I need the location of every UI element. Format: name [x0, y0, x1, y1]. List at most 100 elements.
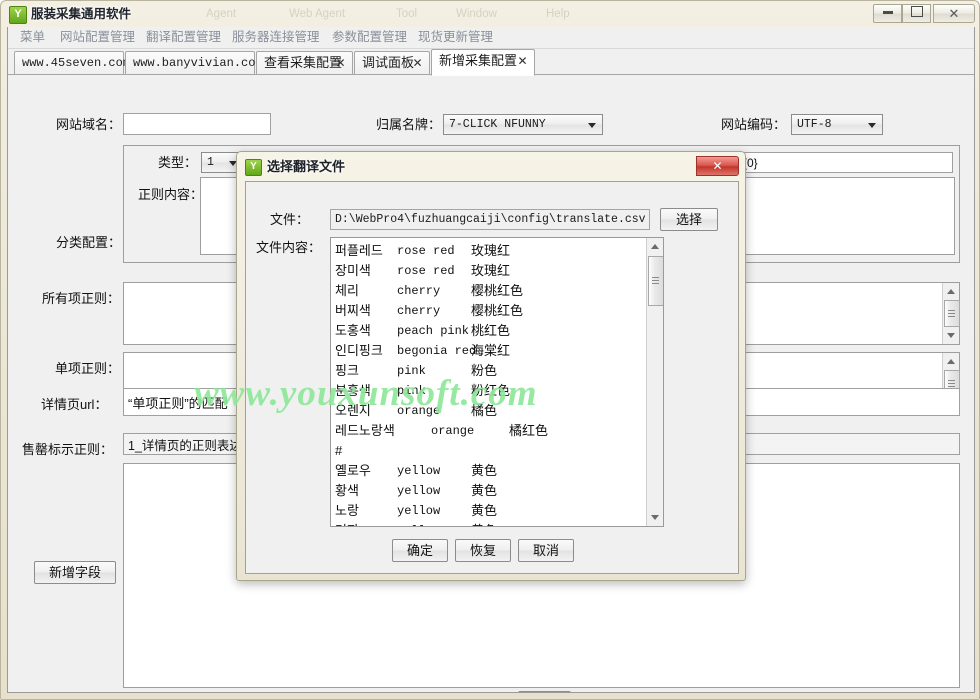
tab-strip: www.45seven.com www.banyvivian.co.kr 查看采…	[8, 48, 974, 76]
scroll-down-icon[interactable]	[647, 510, 663, 526]
tab-new-collect-config[interactable]: 新增采集配置 ✕	[431, 49, 535, 76]
menu-item-stock[interactable]: 现货更新管理	[414, 29, 497, 46]
row-chinese: 粉红色	[471, 383, 511, 398]
scrollbar-thumb[interactable]	[944, 300, 960, 327]
single-item-regex-label: 单项正则：	[55, 361, 121, 376]
detail-url-label: 详情页url：	[41, 397, 108, 412]
menu-item-site[interactable]: 网站配置管理	[56, 29, 139, 46]
scroll-up-icon[interactable]	[943, 353, 959, 369]
ghost-label-1: Agent	[206, 8, 237, 20]
dialog-close-button[interactable]: ✕	[696, 156, 739, 176]
file-label: 文件：	[270, 212, 310, 227]
chevron-down-icon	[588, 123, 596, 128]
row-chinese: 玫瑰红	[471, 263, 511, 278]
row-english: peach pink	[397, 324, 470, 338]
all-items-scrollbar[interactable]	[942, 283, 960, 344]
scroll-up-icon[interactable]	[943, 283, 959, 299]
file-path-input[interactable]: D:\WebPro4\fuzhuangcaiji\config\translat…	[330, 209, 650, 230]
maximize-button[interactable]	[902, 4, 931, 23]
tab-debug-panel[interactable]: 调试面板 ✕	[354, 51, 430, 75]
list-item: 노랑 yellow 黄色	[335, 501, 647, 521]
row-english: cherry	[397, 304, 441, 318]
soldout-regex-label: 售罄标示正则：	[22, 442, 114, 457]
dialog-body: 文件： D:\WebPro4\fuzhuangcaiji\config\tran…	[194, 181, 739, 574]
list-item: 도홍색 peach pink 桃红色	[335, 321, 647, 341]
encoding-label: 网站编码：	[721, 117, 787, 132]
file-content-list[interactable]: 퍼플레드 rose red 玫瑰红 장미색 rose red 玫瑰红 체리 cherry 樱…	[330, 237, 664, 527]
row-english: begonia red	[397, 344, 477, 358]
site-domain-label: 网站域名：	[56, 117, 122, 132]
list-item: 옐로우 yellow 黄色	[335, 461, 647, 481]
list-item: 겨자yellow黄色	[335, 521, 647, 526]
brand-select[interactable]: 7-CLICK NFUNNY	[443, 114, 603, 135]
ghost-label-4: Window	[456, 8, 497, 20]
dialog-app-icon: Y	[245, 159, 262, 176]
list-item: 레드노랑색 orange 橘红色	[335, 421, 647, 441]
row-chinese: 海棠红	[471, 343, 511, 358]
close-icon: ✕	[712, 159, 723, 173]
row-korean: 인디핑크	[335, 343, 383, 358]
add-field-button[interactable]: 新增字段	[34, 561, 116, 584]
minimize-button[interactable]	[873, 4, 902, 23]
site-domain-input[interactable]	[123, 113, 271, 135]
type-value: 1	[207, 156, 214, 169]
encoding-value: UTF-8	[797, 118, 832, 131]
row-chinese: 粉色	[471, 363, 498, 378]
row-chinese: 桃红色	[471, 323, 511, 338]
row-korean: 레드노랑색	[335, 423, 395, 438]
list-item: #	[335, 441, 647, 461]
row-chinese: 樱桃红色	[471, 303, 524, 318]
row-korean: 도홍색	[335, 323, 371, 338]
format-input[interactable]	[738, 152, 953, 173]
application-window: Y 服装采集通用软件 Agent Web Agent Tool Window H…	[0, 0, 980, 700]
choose-file-button[interactable]: 选择	[660, 208, 718, 231]
app-icon: Y	[9, 6, 27, 24]
content-scrollbar[interactable]	[646, 238, 663, 526]
row-korean: 분홍색	[335, 383, 371, 398]
row-chinese: 橘红色	[509, 423, 549, 438]
row-chinese: 樱桃红色	[471, 283, 524, 298]
row-korean: 오렌지	[335, 403, 371, 418]
menu-item-translate[interactable]: 翻译配置管理	[142, 29, 225, 46]
row-korean: 노랑	[335, 503, 359, 518]
tab-banyvivian[interactable]: www.banyvivian.co.kr	[125, 51, 277, 75]
save-button[interactable]: 保存	[518, 691, 571, 692]
scrollbar-thumb[interactable]	[648, 256, 663, 306]
menu-item-params[interactable]: 参数配置管理	[328, 29, 411, 46]
encoding-select[interactable]: UTF-8	[791, 114, 883, 135]
row-english: yellow	[397, 484, 441, 498]
row-korean: 황색	[335, 483, 359, 498]
tab-close-icon[interactable]: ✕	[412, 56, 423, 70]
cancel-button[interactable]: 取消	[518, 539, 574, 562]
row-english: pink	[397, 384, 426, 398]
row-english: rose red	[397, 244, 455, 258]
row-chinese: 黄色	[471, 503, 498, 518]
row-korean: 겨자	[335, 521, 397, 526]
close-icon: ✕	[948, 6, 960, 21]
menu-bar: 菜单 网站配置管理 翻译配置管理 服务器连接管理 参数配置管理 现货更新管理	[8, 27, 974, 49]
file-content-label: 文件内容：	[256, 240, 322, 255]
tab-view-collect-config[interactable]: 查看采集配置 ✕	[256, 51, 353, 75]
row-english: yellow	[397, 504, 441, 518]
ok-button[interactable]: 确定	[392, 539, 448, 562]
tab-45seven[interactable]: www.45seven.com	[14, 51, 130, 75]
scroll-down-icon[interactable]	[943, 328, 959, 344]
minimize-icon	[882, 11, 893, 14]
tab-close-icon[interactable]: ✕	[517, 54, 528, 68]
tab-label: 调试面板	[362, 55, 415, 70]
row-korean: 핑크	[335, 363, 359, 378]
tab-close-icon[interactable]: ✕	[335, 56, 346, 70]
scroll-up-icon[interactable]	[647, 238, 663, 254]
ghost-label-2: Web Agent	[289, 8, 346, 20]
all-items-regex-label: 所有项正则：	[42, 291, 121, 306]
menu-item-caidan[interactable]: 菜单	[16, 29, 49, 46]
row-korean: 버찌색	[335, 303, 371, 318]
menu-item-server[interactable]: 服务器连接管理	[228, 29, 324, 46]
list-item: 분홍색 pink 粉红色	[335, 381, 647, 401]
close-button[interactable]: ✕	[933, 4, 975, 23]
tab-label: 查看采集配置	[264, 55, 343, 70]
row-english: orange	[431, 424, 475, 438]
brand-label: 归属名牌：	[376, 117, 442, 132]
list-item: 핑크 pink 粉色	[335, 361, 647, 381]
restore-button[interactable]: 恢复	[455, 539, 511, 562]
